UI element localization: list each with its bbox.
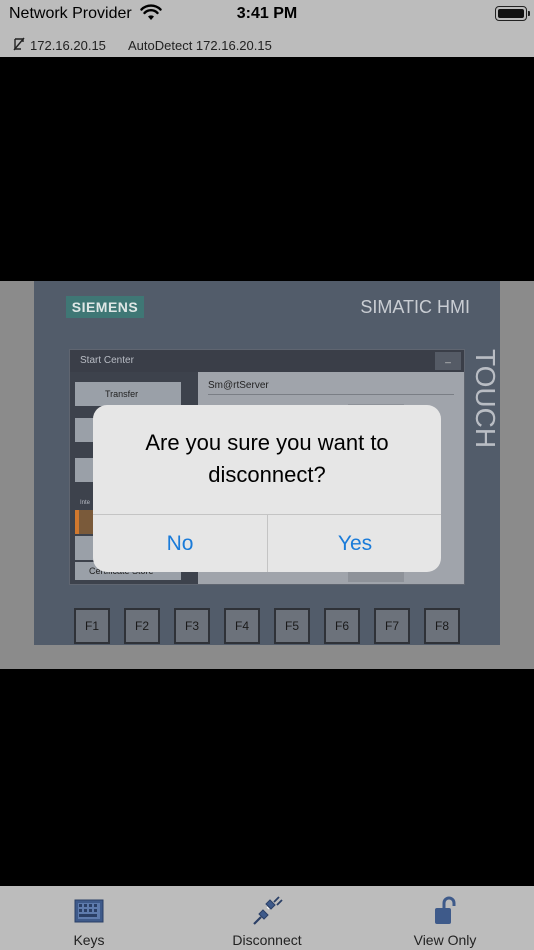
tab-disconnect[interactable]: Disconnect bbox=[178, 886, 356, 950]
transfer-button[interactable]: Transfer bbox=[75, 382, 181, 406]
yes-button[interactable]: Yes bbox=[268, 515, 441, 572]
smartserver-title: Sm@rtServer bbox=[208, 380, 269, 391]
connection-icon bbox=[13, 37, 25, 51]
function-keys: F1 F2 F3 F4 F5 F6 F7 F8 bbox=[74, 608, 474, 644]
f7-key[interactable]: F7 bbox=[374, 608, 410, 644]
battery-icon bbox=[495, 6, 530, 21]
disconnect-alert: Are you sure you want to disconnect? No … bbox=[93, 405, 441, 572]
tab-disconnect-label: Disconnect bbox=[232, 932, 302, 948]
f2-key[interactable]: F2 bbox=[124, 608, 160, 644]
f1-key[interactable]: F1 bbox=[74, 608, 110, 644]
siemens-logo: SIEMENS bbox=[66, 296, 144, 318]
plug-icon bbox=[253, 896, 283, 925]
connection-bar: 172.16.20.15 AutoDetect 172.16.20.15 bbox=[0, 30, 534, 57]
app-root: Network Provider 3:41 PM 172.16.20.15 Au… bbox=[0, 0, 534, 950]
alert-message: Are you sure you want to disconnect? bbox=[145, 430, 389, 487]
connection-ip: 172.16.20.15 bbox=[30, 38, 106, 53]
f5-key[interactable]: F5 bbox=[274, 608, 310, 644]
tab-view-only-label: View Only bbox=[413, 932, 477, 948]
f3-key[interactable]: F3 bbox=[174, 608, 210, 644]
window-title: Start Center bbox=[70, 350, 464, 372]
touch-label: TOUCH bbox=[470, 349, 501, 449]
no-button[interactable]: No bbox=[93, 515, 267, 572]
tab-view-only[interactable]: View Only bbox=[356, 886, 534, 950]
divider bbox=[208, 394, 454, 395]
keyboard-icon bbox=[74, 899, 104, 923]
panel-section-label: Inte bbox=[80, 500, 91, 506]
simatic-label: SIMATIC HMI bbox=[360, 297, 470, 317]
autodetect-label: AutoDetect 172.16.20.15 bbox=[128, 38, 272, 53]
tab-keys[interactable]: Keys bbox=[0, 886, 178, 950]
clock: 3:41 PM bbox=[236, 5, 298, 22]
f8-key[interactable]: F8 bbox=[424, 608, 460, 644]
status-bar: Network Provider 3:41 PM bbox=[0, 0, 534, 30]
window-minimize-button[interactable]: _ bbox=[435, 352, 461, 370]
tab-keys-label: Keys bbox=[73, 932, 105, 948]
unlock-icon bbox=[435, 896, 456, 924]
tab-bar: Keys Disconnect View Only bbox=[0, 886, 534, 950]
f6-key[interactable]: F6 bbox=[324, 608, 360, 644]
f4-key[interactable]: F4 bbox=[224, 608, 260, 644]
